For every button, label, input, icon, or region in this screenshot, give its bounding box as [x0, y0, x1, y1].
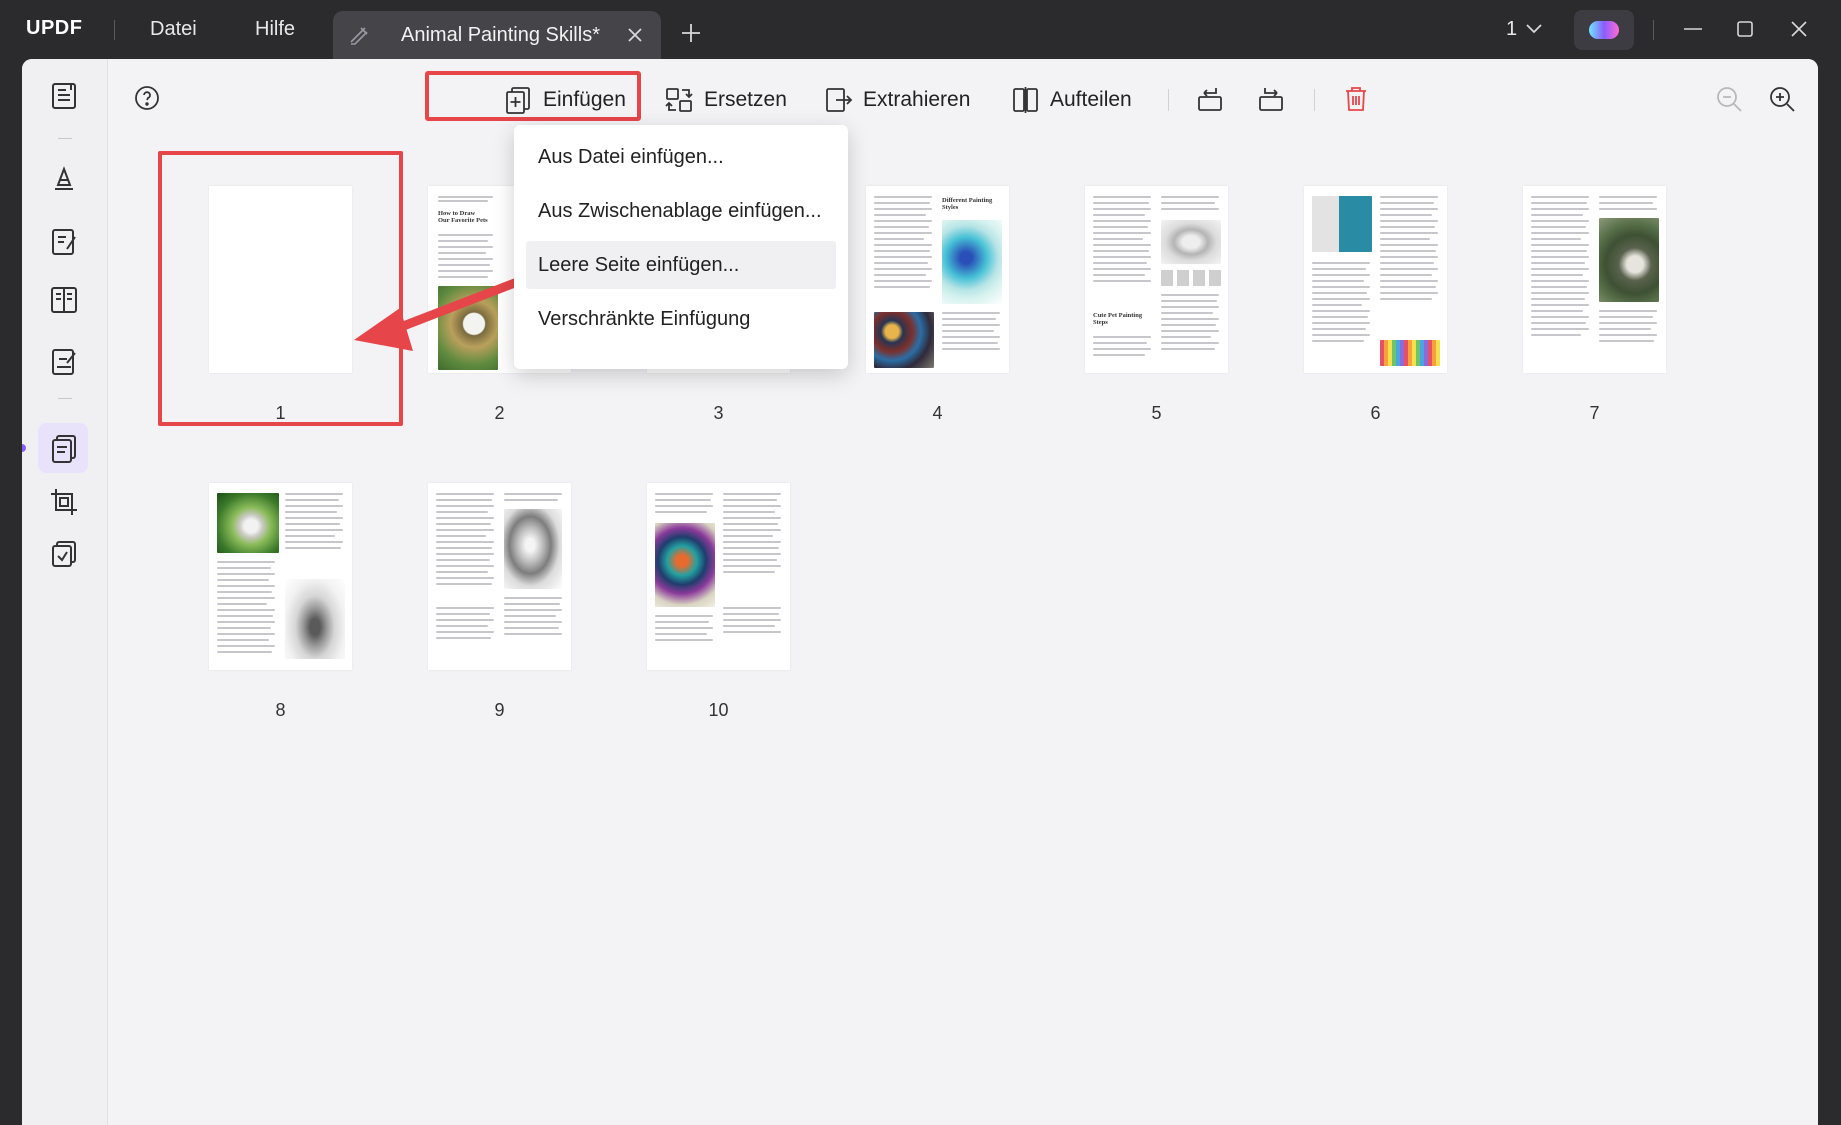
rotate-right-icon[interactable]	[1255, 83, 1287, 115]
page-thumbnail-6[interactable]	[1304, 186, 1447, 373]
crop-icon[interactable]	[47, 485, 81, 519]
insert-dropdown-menu: Aus Datei einfügen... Aus Zwischenablage…	[514, 125, 848, 369]
zoom-in-icon[interactable]	[1766, 83, 1798, 115]
page-heading: Cute Pet Painting Steps	[1093, 312, 1143, 326]
organize-pages-icon[interactable]	[47, 431, 81, 465]
maximize-icon[interactable]	[1732, 16, 1758, 42]
form-icon[interactable]	[47, 283, 81, 317]
insert-highlight	[425, 71, 641, 121]
page-number: 8	[275, 700, 286, 720]
left-sidebar	[22, 59, 108, 1125]
sign-icon[interactable]	[47, 345, 81, 379]
replace-icon	[665, 88, 693, 112]
close-tab-icon[interactable]	[623, 23, 647, 47]
app-window: Einfügen Ersetzen Extrahieren Aufteilen …	[22, 59, 1818, 1125]
menu-item-insert-blank-page[interactable]: Leere Seite einfügen...	[526, 241, 836, 289]
page-count[interactable]: 1	[1506, 18, 1517, 41]
extract-icon	[826, 88, 853, 112]
menu-item-insert-from-file[interactable]: Aus Datei einfügen...	[514, 133, 848, 181]
document-tab[interactable]: Animal Painting Skills*	[333, 11, 661, 59]
replace-button[interactable]: Ersetzen	[664, 84, 787, 116]
tab-title: Animal Painting Skills*	[401, 24, 600, 46]
split-icon	[1013, 87, 1038, 113]
minimize-icon[interactable]	[1680, 16, 1706, 42]
page-thumbnail-9[interactable]	[428, 483, 571, 670]
page-number: 2	[494, 403, 505, 423]
extract-label: Extrahieren	[863, 88, 971, 111]
sidebar-divider	[58, 138, 72, 139]
split-label: Aufteilen	[1050, 88, 1132, 111]
chevron-down-icon[interactable]	[1525, 22, 1543, 36]
menu-item-interleave-insert[interactable]: Verschränkte Einfügung	[514, 295, 848, 343]
comment-icon[interactable]	[47, 163, 81, 197]
page-thumbnail-10[interactable]	[647, 483, 790, 670]
replace-label: Ersetzen	[704, 88, 787, 111]
rotate-left-icon[interactable]	[1194, 83, 1226, 115]
close-window-icon[interactable]	[1786, 16, 1812, 42]
title-separator	[1653, 20, 1654, 40]
page-thumbnail-5[interactable]: Cute Pet Painting Steps	[1085, 186, 1228, 373]
title-separator	[114, 20, 115, 40]
toolbar-separator	[1314, 89, 1315, 111]
page-thumbnail-4[interactable]: Different Painting Styles	[866, 186, 1009, 373]
page-heading: How to Draw Our Favorite Pets	[438, 210, 488, 224]
title-bar: UPDF Datei Hilfe Animal Painting Skills*…	[0, 0, 1841, 59]
extract-button[interactable]: Extrahieren	[823, 84, 970, 116]
app-logo: UPDF	[26, 17, 83, 39]
delete-icon[interactable]	[1340, 83, 1372, 115]
edit-doc-icon	[350, 27, 368, 45]
page-thumbnail-8[interactable]	[209, 483, 352, 670]
split-button[interactable]: Aufteilen	[1010, 84, 1132, 116]
menu-item-insert-from-clipboard[interactable]: Aus Zwischenablage einfügen...	[514, 187, 848, 235]
toolbar-separator	[1168, 89, 1169, 111]
active-indicator	[22, 444, 26, 452]
batch-icon[interactable]	[47, 537, 81, 571]
page-1-highlight	[158, 151, 403, 426]
page-heading: Different Painting Styles	[942, 197, 993, 211]
page-number: 3	[713, 403, 724, 423]
reader-icon[interactable]	[47, 79, 81, 113]
page-thumbnail-7[interactable]	[1523, 186, 1666, 373]
menu-hilfe[interactable]: Hilfe	[255, 18, 295, 41]
page-number: 7	[1589, 403, 1600, 423]
new-tab-icon[interactable]	[680, 22, 702, 44]
page-number: 6	[1370, 403, 1381, 423]
page-number: 9	[494, 700, 505, 720]
zoom-out-icon[interactable]	[1713, 83, 1745, 115]
help-icon[interactable]	[134, 85, 160, 111]
page-number: 4	[932, 403, 943, 423]
page-organizer: Einfügen Ersetzen Extrahieren Aufteilen …	[108, 59, 1818, 1125]
page-number: 5	[1151, 403, 1162, 423]
sidebar-divider	[58, 398, 72, 399]
menu-datei[interactable]: Datei	[150, 18, 197, 41]
page-number: 10	[708, 700, 729, 720]
account-avatar[interactable]	[1574, 10, 1634, 50]
edit-icon[interactable]	[47, 225, 81, 259]
